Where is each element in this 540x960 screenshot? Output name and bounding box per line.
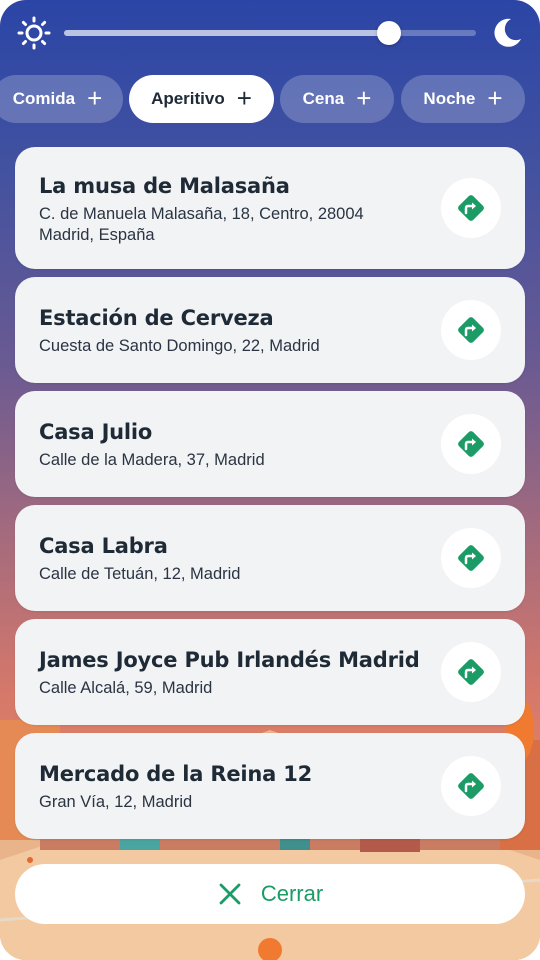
place-name: James Joyce Pub Irlandés Madrid [39,648,420,672]
directions-button[interactable] [441,414,501,474]
close-icon [219,883,241,905]
place-card[interactable]: Casa Labra Calle de Tetuán, 12, Madrid [15,505,525,611]
place-name: Estación de Cerveza [39,306,274,330]
plus-icon: + [487,83,503,113]
chip-noche[interactable]: Noche + [401,75,525,123]
app-frame: Comida + Aperitivo + Cena + Noche + La m… [0,0,540,960]
place-card[interactable]: Estación de Cerveza Cuesta de Santo Domi… [15,277,525,383]
time-slider-fill [64,30,390,36]
place-address: Gran Vía, 12, Madrid [39,793,193,811]
moon-icon[interactable] [489,15,525,51]
directions-button[interactable] [441,300,501,360]
directions-icon [458,545,484,571]
directions-icon [458,195,484,221]
category-chips: Comida + Aperitivo + Cena + Noche + [0,75,540,123]
directions-icon [458,431,484,457]
directions-icon [458,659,484,685]
sun-icon[interactable] [17,16,51,50]
close-button-label: Cerrar [260,881,324,906]
chip-aperitivo[interactable]: Aperitivo + [129,75,274,123]
place-address: Calle de la Madera, 37, Madrid [39,451,265,469]
place-card[interactable]: James Joyce Pub Irlandés Madrid Calle Al… [15,619,525,725]
place-address: Calle de Tetuán, 12, Madrid [39,565,241,583]
place-name: Casa Labra [39,534,168,558]
time-slider-track[interactable] [64,21,476,45]
plus-icon: + [356,83,372,113]
time-of-day-slider-bar [0,0,540,70]
place-address: Cuesta de Santo Domingo, 22, Madrid [39,337,320,355]
chip-label: Cena [302,89,345,108]
chip-label: Comida [12,89,76,108]
place-address: C. de Manuela Malasaña, 18, Centro, 2800… [39,205,364,244]
directions-icon [458,317,484,343]
directions-button[interactable] [441,756,501,816]
place-name: Mercado de la Reina 12 [39,762,313,786]
time-slider-thumb[interactable] [377,21,402,45]
close-button[interactable]: Cerrar [15,864,525,924]
directions-icon [458,773,484,799]
chip-cena[interactable]: Cena + [280,75,394,123]
directions-button[interactable] [441,528,501,588]
place-card[interactable]: La musa de Malasaña C. de Manuela Malasa… [15,147,525,269]
chip-comida[interactable]: Comida + [0,75,123,123]
place-card[interactable]: Casa Julio Calle de la Madera, 37, Madri… [15,391,525,497]
plus-icon: + [236,83,252,113]
place-name: La musa de Malasaña [39,174,290,198]
place-card[interactable]: Mercado de la Reina 12 Gran Vía, 12, Mad… [15,733,525,839]
chip-label: Noche [423,89,476,108]
chip-label: Aperitivo [151,89,225,108]
place-address: Calle Alcalá, 59, Madrid [39,679,213,697]
plus-icon: + [87,83,103,113]
place-name: Casa Julio [39,420,153,444]
directions-button[interactable] [441,178,501,238]
directions-button[interactable] [441,642,501,702]
